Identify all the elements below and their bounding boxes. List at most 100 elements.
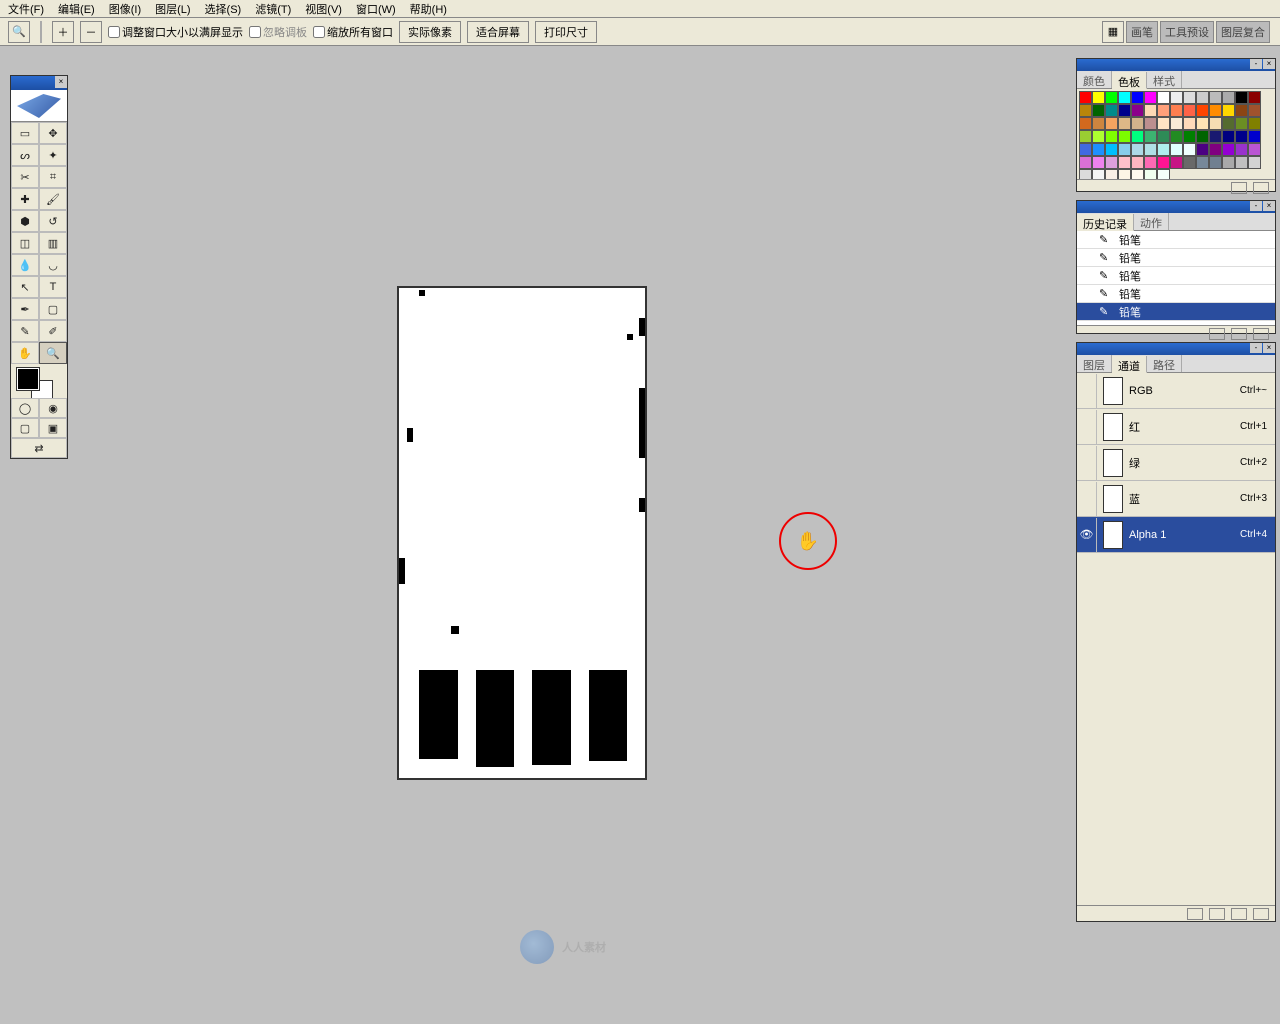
menu-image[interactable]: 图像(I) <box>109 1 141 17</box>
swatch-chip[interactable] <box>1131 130 1144 143</box>
swatch-chip[interactable] <box>1235 117 1248 130</box>
swatch-chip[interactable] <box>1079 130 1092 143</box>
swatch-chip[interactable] <box>1105 117 1118 130</box>
swatch-grid[interactable] <box>1077 89 1275 179</box>
swatch-chip[interactable] <box>1157 156 1170 169</box>
swatch-chip[interactable] <box>1248 104 1261 117</box>
swatch-chip[interactable] <box>1092 91 1105 104</box>
swatch-chip[interactable] <box>1105 169 1118 179</box>
history-row[interactable]: ✎铅笔 <box>1077 285 1275 303</box>
visibility-toggle[interactable] <box>1077 482 1097 516</box>
swatch-chip[interactable] <box>1235 130 1248 143</box>
history-row[interactable]: ✎铅笔 <box>1077 303 1275 321</box>
pen-tool[interactable]: ✒ <box>11 298 39 320</box>
type-tool[interactable]: T <box>39 276 67 298</box>
swatch-chip[interactable] <box>1183 156 1196 169</box>
fit-window-check[interactable]: 调整窗口大小以满屏显示 <box>108 24 243 40</box>
tab-paths[interactable]: 路径 <box>1147 355 1182 372</box>
swatch-chip[interactable] <box>1209 117 1222 130</box>
swatch-chip[interactable] <box>1131 104 1144 117</box>
swatch-chip[interactable] <box>1131 91 1144 104</box>
eyedrop-tool[interactable]: ✐ <box>39 320 67 342</box>
tab-swatch[interactable]: 色板 <box>1112 72 1147 89</box>
swatch-chip[interactable] <box>1222 130 1235 143</box>
close-icon[interactable]: × <box>1263 59 1275 69</box>
zoom-all-check[interactable]: 缩放所有窗口 <box>313 24 393 40</box>
swatch-chip[interactable] <box>1157 117 1170 130</box>
swatch-chip[interactable] <box>1196 104 1209 117</box>
history-row[interactable]: ✎铅笔 <box>1077 267 1275 285</box>
swatch-chip[interactable] <box>1118 156 1131 169</box>
tab-color[interactable]: 颜色 <box>1077 71 1112 88</box>
history-row[interactable]: ✎铅笔 <box>1077 231 1275 249</box>
menu-select[interactable]: 选择(S) <box>205 1 242 17</box>
panel-titlebar[interactable]: -× <box>1077 343 1275 355</box>
history-brush-tool[interactable]: ↺ <box>39 210 67 232</box>
swatch-chip[interactable] <box>1118 117 1131 130</box>
swatch-chip[interactable] <box>1118 169 1131 179</box>
swatch-chip[interactable] <box>1183 130 1196 143</box>
swatch-chip[interactable] <box>1079 156 1092 169</box>
swatch-chip[interactable] <box>1105 143 1118 156</box>
swatch-chip[interactable] <box>1092 143 1105 156</box>
swatch-chip[interactable] <box>1209 91 1222 104</box>
swatch-chip[interactable] <box>1183 143 1196 156</box>
swatch-chip[interactable] <box>1144 156 1157 169</box>
swatch-chip[interactable] <box>1105 130 1118 143</box>
swatch-chip[interactable] <box>1144 169 1157 179</box>
swatch-chip[interactable] <box>1079 91 1092 104</box>
screen-standard[interactable]: ▢ <box>11 418 39 438</box>
swatch-chip[interactable] <box>1222 156 1235 169</box>
blur-tool[interactable]: 💧 <box>11 254 39 276</box>
panel-titlebar[interactable]: -× <box>1077 201 1275 213</box>
move-tool[interactable]: ✥ <box>39 122 67 144</box>
quickmask-mode[interactable]: ◉ <box>39 398 67 418</box>
minimize-icon[interactable]: - <box>1250 343 1262 353</box>
swatch-chip[interactable] <box>1222 143 1235 156</box>
crop-tool[interactable]: ✂ <box>11 166 39 188</box>
swatch-chip[interactable] <box>1079 117 1092 130</box>
menu-file[interactable]: 文件(F) <box>8 1 44 17</box>
swatch-chip[interactable] <box>1092 156 1105 169</box>
visibility-toggle[interactable] <box>1077 374 1097 408</box>
menu-view[interactable]: 视图(V) <box>305 1 342 17</box>
tab-layers[interactable]: 图层 <box>1077 355 1112 372</box>
trash-icon[interactable] <box>1253 908 1269 920</box>
swatch-chip[interactable] <box>1196 91 1209 104</box>
swatch-chip[interactable] <box>1209 143 1222 156</box>
swatch-chip[interactable] <box>1079 104 1092 117</box>
swatch-chip[interactable] <box>1092 130 1105 143</box>
swatch-chip[interactable] <box>1248 156 1261 169</box>
zoom-tool[interactable]: 🔍 <box>39 342 67 364</box>
swatch-chip[interactable] <box>1105 104 1118 117</box>
visibility-toggle[interactable] <box>1077 410 1097 444</box>
new-channel-icon[interactable] <box>1231 908 1247 920</box>
tab-channels[interactable]: 通道 <box>1112 356 1147 373</box>
channel-row[interactable]: RGBCtrl+~ <box>1077 373 1275 409</box>
actual-pixels-button[interactable]: 实际像素 <box>399 21 461 43</box>
menu-edit[interactable]: 编辑(E) <box>58 1 95 17</box>
swatch-chip[interactable] <box>1079 169 1092 179</box>
new-snapshot-icon[interactable] <box>1231 328 1247 340</box>
print-size-button[interactable]: 打印尺寸 <box>535 21 597 43</box>
swatch-chip[interactable] <box>1170 117 1183 130</box>
swatch-chip[interactable] <box>1131 143 1144 156</box>
stamp-tool[interactable]: ⬢ <box>11 210 39 232</box>
swatch-chip[interactable] <box>1157 104 1170 117</box>
toolbox-header[interactable]: × <box>11 76 67 90</box>
menu-window[interactable]: 窗口(W) <box>356 1 396 17</box>
swatch-chip[interactable] <box>1157 91 1170 104</box>
swatch-chip[interactable] <box>1170 156 1183 169</box>
swatch-chip[interactable] <box>1170 91 1183 104</box>
swatch-chip[interactable] <box>1157 143 1170 156</box>
swatch-chip[interactable] <box>1144 117 1157 130</box>
swatch-chip[interactable] <box>1118 130 1131 143</box>
save-selection-icon[interactable] <box>1209 908 1225 920</box>
swatch-chip[interactable] <box>1118 143 1131 156</box>
menu-help[interactable]: 帮助(H) <box>410 1 447 17</box>
swatch-chip[interactable] <box>1092 104 1105 117</box>
ignore-palettes-check[interactable]: 忽略调板 <box>249 24 307 40</box>
swatch-chip[interactable] <box>1170 130 1183 143</box>
visibility-toggle[interactable] <box>1077 446 1097 480</box>
trash-icon[interactable] <box>1253 182 1269 194</box>
